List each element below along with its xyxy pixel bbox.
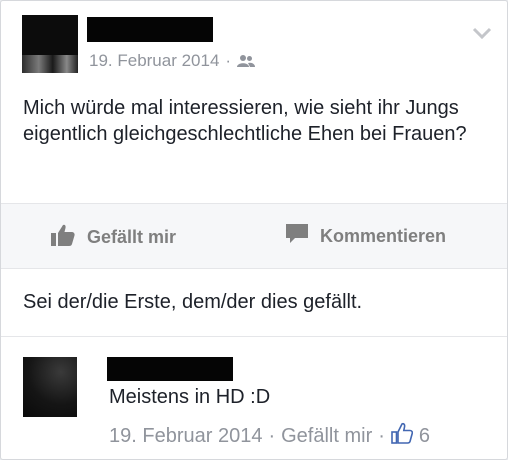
comment-date[interactable]: 19. Februar 2014 xyxy=(109,425,262,448)
comment-button-label: Kommentieren xyxy=(320,226,447,246)
author-name-redacted xyxy=(87,17,213,42)
meta-separator: · xyxy=(268,424,276,447)
comment-meta: 19. Februar 2014 · Gefällt mir · 6 xyxy=(109,422,430,450)
avatar-image-detail xyxy=(22,55,78,73)
likes-summary: Sei der/die Erste, dem/der dies gefällt. xyxy=(23,291,363,313)
divider xyxy=(1,336,507,337)
post-date[interactable]: 19. Februar 2014 xyxy=(89,51,219,70)
commenter-name-redacted xyxy=(107,357,233,381)
avatar-image-detail xyxy=(23,357,77,417)
author-avatar[interactable] xyxy=(22,15,78,73)
thumbs-up-outline-icon xyxy=(391,422,414,450)
chevron-down-icon[interactable] xyxy=(472,26,492,44)
thumbs-up-icon xyxy=(51,224,87,251)
comment-like-count[interactable]: 6 xyxy=(419,425,430,448)
comment-like-link[interactable]: Gefällt mir xyxy=(281,425,372,448)
commenter-avatar[interactable] xyxy=(23,357,77,417)
friends-icon[interactable] xyxy=(237,53,256,73)
like-button-label: Gefällt mir xyxy=(87,227,177,247)
comment-icon xyxy=(286,224,320,249)
post-text: Mich würde mal interessieren, wie sieht … xyxy=(23,97,467,145)
post-card: 19. Februar 2014 · Mich würde mal interes… xyxy=(0,0,508,460)
meta-separator: · xyxy=(378,424,385,447)
like-button[interactable]: Gefällt mir xyxy=(51,224,176,251)
post-meta: 19. Februar 2014 · xyxy=(89,51,256,73)
meta-separator: · xyxy=(225,51,232,70)
comment-button[interactable]: Kommentieren xyxy=(286,224,446,249)
comment-text: Meistens in HD :D xyxy=(109,386,271,408)
action-bar: Gefällt mir Kommentieren xyxy=(1,203,507,269)
